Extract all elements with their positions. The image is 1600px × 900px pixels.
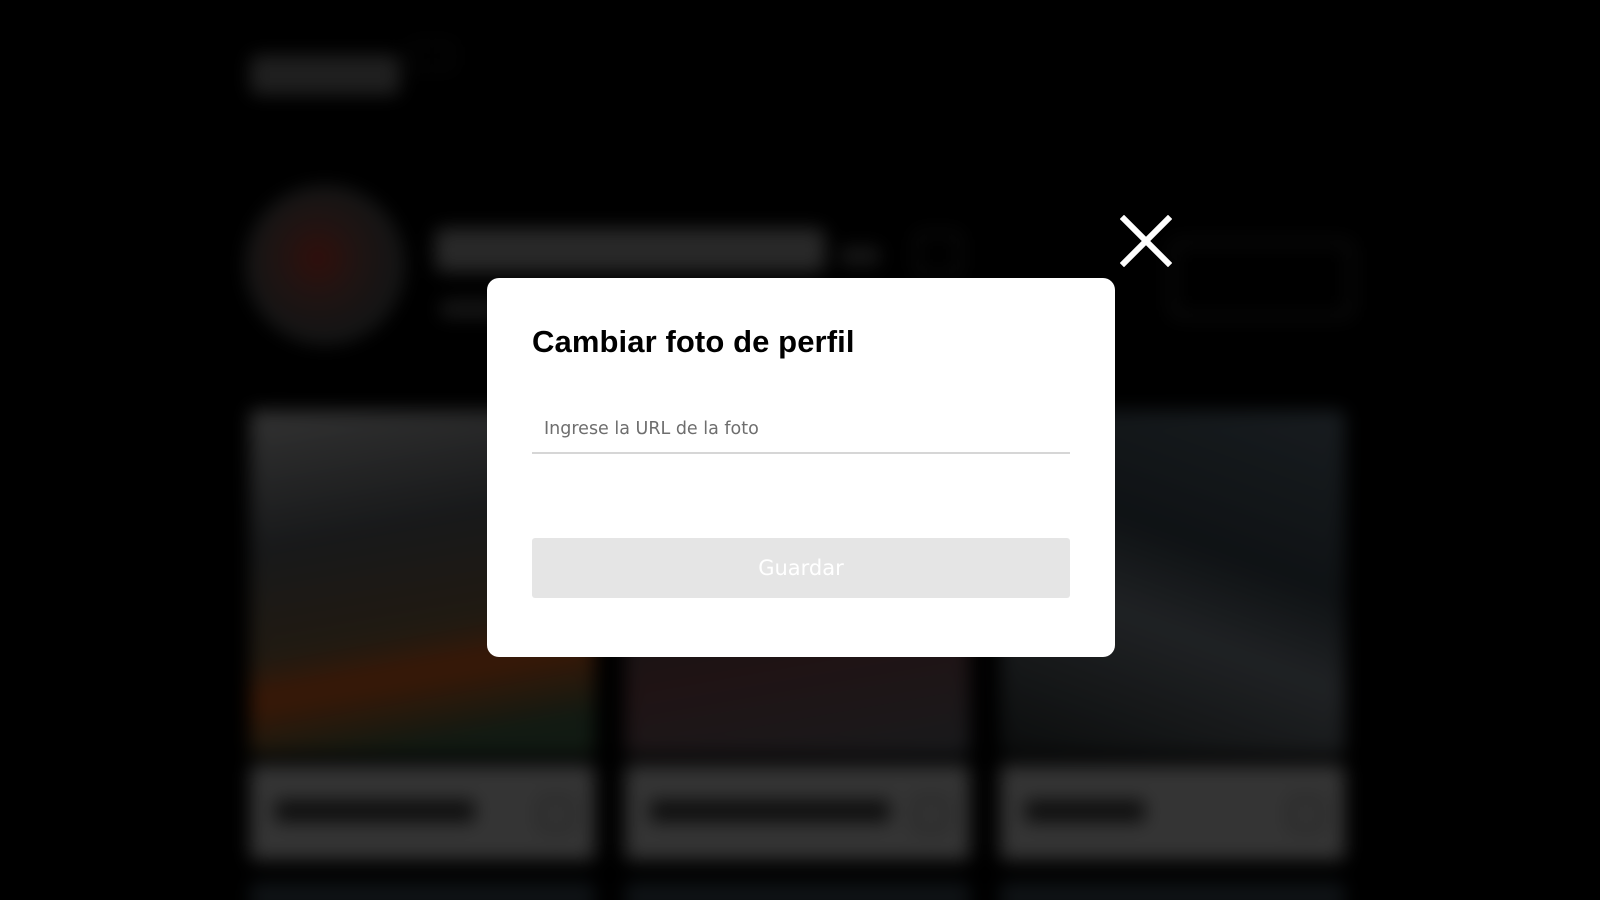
close-button[interactable] — [1120, 215, 1172, 267]
save-button[interactable]: Guardar — [532, 538, 1070, 598]
photo-url-input[interactable] — [532, 406, 1070, 454]
profile-page: Cambiar foto de perfil Guardar — [0, 0, 1600, 900]
change-profile-photo-modal: Cambiar foto de perfil Guardar — [487, 278, 1115, 657]
close-icon — [1120, 215, 1172, 267]
modal-title: Cambiar foto de perfil — [532, 324, 855, 359]
